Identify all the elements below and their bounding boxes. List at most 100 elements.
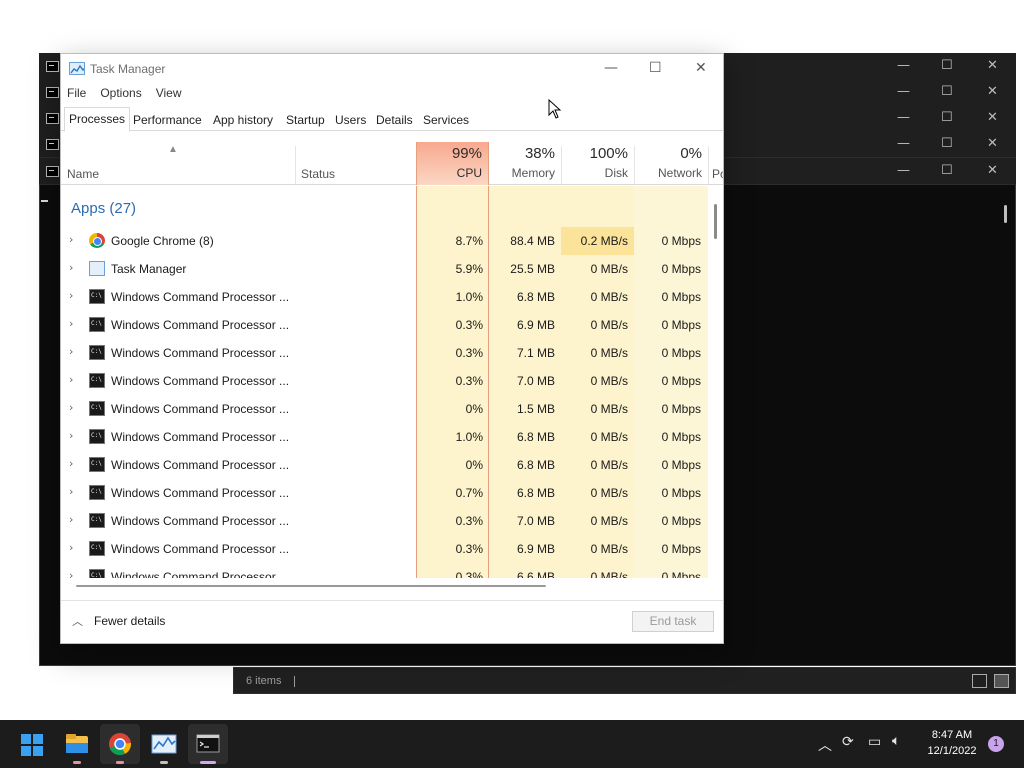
group-title-apps[interactable]: Apps (27): [71, 200, 136, 217]
table-row[interactable]: › Google Chrome (8) 8.7% 88.4 MB 0.2 MB/s 0 M…: [61, 227, 709, 255]
column-memory[interactable]: 38% Memory: [489, 142, 561, 185]
maximize-button[interactable]: ☐: [941, 137, 953, 151]
start-icon[interactable]: [21, 734, 43, 756]
minimize-button[interactable]: —: [897, 85, 910, 99]
maximize-button[interactable]: ☐: [941, 164, 953, 178]
task-manager-icon[interactable]: [144, 724, 184, 764]
menu-options[interactable]: Options: [100, 86, 141, 104]
table-row[interactable]: › Windows Command Processor ... 0% 1.5 MB 0 …: [61, 395, 709, 423]
column-power-partial[interactable]: Po: [712, 167, 723, 181]
tab-details[interactable]: Details: [371, 109, 418, 131]
close-button[interactable]: ✕: [695, 60, 707, 76]
process-name: Windows Command Processor ...: [111, 374, 290, 388]
memory-label: Memory: [511, 166, 555, 180]
menu-file[interactable]: File: [67, 86, 86, 104]
tab-strip: Processes Performance App history Startu…: [61, 107, 723, 132]
process-cpu: 5.9%: [455, 262, 483, 276]
terminal-icon[interactable]: [188, 724, 228, 764]
cmd-scrollbar[interactable]: [1004, 205, 1007, 223]
tab-performance[interactable]: Performance: [128, 109, 207, 131]
process-memory: 7.0 MB: [516, 514, 555, 528]
table-row[interactable]: › Windows Command Processor ... 0% 6.8 MB 0 …: [61, 451, 709, 479]
table-row[interactable]: › Task Manager 5.9% 25.5 MB 0 MB/s 0 Mbps: [61, 255, 709, 283]
expand-chevron-icon[interactable]: ›: [69, 289, 73, 302]
process-disk: 0 MB/s: [590, 290, 628, 304]
close-button[interactable]: ✕: [987, 85, 998, 99]
table-row[interactable]: › Windows Command Processor ... 0.7% 6.8 MB…: [61, 479, 709, 507]
minimize-button[interactable]: —: [897, 164, 910, 178]
column-disk[interactable]: 100% Disk: [561, 142, 634, 185]
expand-chevron-icon[interactable]: ›: [69, 513, 73, 526]
clock-date[interactable]: 12/1/2022: [920, 745, 984, 757]
close-button[interactable]: ✕: [987, 164, 998, 178]
volume-icon[interactable]: 🔈︎: [892, 733, 900, 749]
network-icon[interactable]: ▭: [868, 734, 881, 750]
maximize-button[interactable]: ☐: [941, 111, 953, 125]
clock-time[interactable]: 8:47 AM: [920, 729, 984, 741]
tab-services[interactable]: Services: [418, 109, 474, 131]
process-name: Google Chrome (8): [111, 234, 214, 248]
column-divider[interactable]: [295, 146, 296, 184]
expand-chevron-icon[interactable]: ›: [69, 317, 73, 330]
table-row[interactable]: › Windows Command Processor ... 0.3% 6.9 MB…: [61, 535, 709, 563]
column-cpu[interactable]: 99% CPU: [416, 142, 489, 185]
table-row[interactable]: › Windows Command Processor ... 1.0% 6.8 MB…: [61, 423, 709, 451]
minimize-button[interactable]: —: [897, 137, 910, 151]
horizontal-scrollbar[interactable]: [76, 585, 546, 587]
end-task-button[interactable]: End task: [632, 611, 714, 632]
expand-chevron-icon[interactable]: ›: [69, 261, 73, 274]
expand-chevron-icon[interactable]: ›: [69, 233, 73, 246]
disk-label: Disk: [604, 166, 628, 180]
chrome-icon[interactable]: [100, 724, 140, 764]
minimize-button[interactable]: —: [897, 59, 910, 73]
large-icons-view-icon[interactable]: [994, 674, 1009, 688]
column-status[interactable]: Status: [301, 167, 335, 181]
chrome-icon: [89, 233, 105, 248]
notification-badge[interactable]: 1: [988, 736, 1004, 752]
expand-chevron-icon[interactable]: ›: [69, 429, 73, 442]
column-network[interactable]: 0% Network: [634, 142, 708, 185]
tab-app-history[interactable]: App history: [208, 109, 278, 131]
chevron-up-icon[interactable]: ︿: [818, 735, 832, 755]
running-indicator: [160, 761, 168, 764]
fewer-details-button[interactable]: Fewer details: [94, 614, 165, 628]
file-explorer-icon[interactable]: [57, 724, 97, 764]
process-disk: 0 MB/s: [590, 346, 628, 360]
table-row[interactable]: › Windows Command Processor ... 0.3% 6.9 MB…: [61, 311, 709, 339]
expand-chevron-icon[interactable]: ›: [69, 457, 73, 470]
vertical-scrollbar[interactable]: [714, 204, 717, 239]
expand-chevron-icon[interactable]: ›: [69, 345, 73, 358]
close-button[interactable]: ✕: [987, 111, 998, 125]
minimize-button[interactable]: —: [604, 60, 618, 76]
maximize-button[interactable]: ☐: [941, 59, 953, 73]
expand-chevron-icon[interactable]: ›: [69, 401, 73, 414]
table-row[interactable]: › Windows Command Processor ... 0.3% 6.6 MB…: [61, 563, 709, 578]
menu-view[interactable]: View: [156, 86, 182, 104]
sync-icon[interactable]: ⟳: [842, 734, 854, 750]
cmd-icon: [89, 513, 105, 528]
expand-chevron-icon[interactable]: ›: [69, 485, 73, 498]
close-button[interactable]: ✕: [987, 59, 998, 73]
column-divider[interactable]: [708, 146, 709, 184]
tab-processes[interactable]: Processes: [64, 107, 131, 132]
details-view-icon[interactable]: [972, 674, 987, 688]
expand-chevron-icon[interactable]: ›: [69, 541, 73, 554]
table-row[interactable]: › Windows Command Processor ... 0.3% 7.0 MB…: [61, 507, 709, 535]
tab-users[interactable]: Users: [330, 109, 371, 131]
sort-ascending-icon[interactable]: ▲: [168, 144, 178, 155]
maximize-button[interactable]: ☐: [649, 60, 662, 76]
title-bar[interactable]: Task Manager — ☐ ✕: [61, 54, 723, 84]
tab-startup[interactable]: Startup: [281, 109, 330, 131]
process-network: 0 Mbps: [661, 346, 701, 360]
table-row[interactable]: › Windows Command Processor ... 1.0% 6.8 MB…: [61, 283, 709, 311]
table-row[interactable]: › Windows Command Processor ... 0.3% 7.0 MB…: [61, 367, 709, 395]
cmd-icon: [89, 401, 105, 416]
table-row[interactable]: › Windows Command Processor ... 0.3% 7.1 MB…: [61, 339, 709, 367]
column-name[interactable]: Name: [67, 167, 99, 181]
expand-chevron-icon[interactable]: ›: [69, 569, 73, 578]
expand-chevron-icon[interactable]: ›: [69, 373, 73, 386]
minimize-button[interactable]: —: [897, 111, 910, 125]
close-button[interactable]: ✕: [987, 137, 998, 151]
chevron-up-icon[interactable]: ︿: [72, 613, 83, 629]
maximize-button[interactable]: ☐: [941, 85, 953, 99]
